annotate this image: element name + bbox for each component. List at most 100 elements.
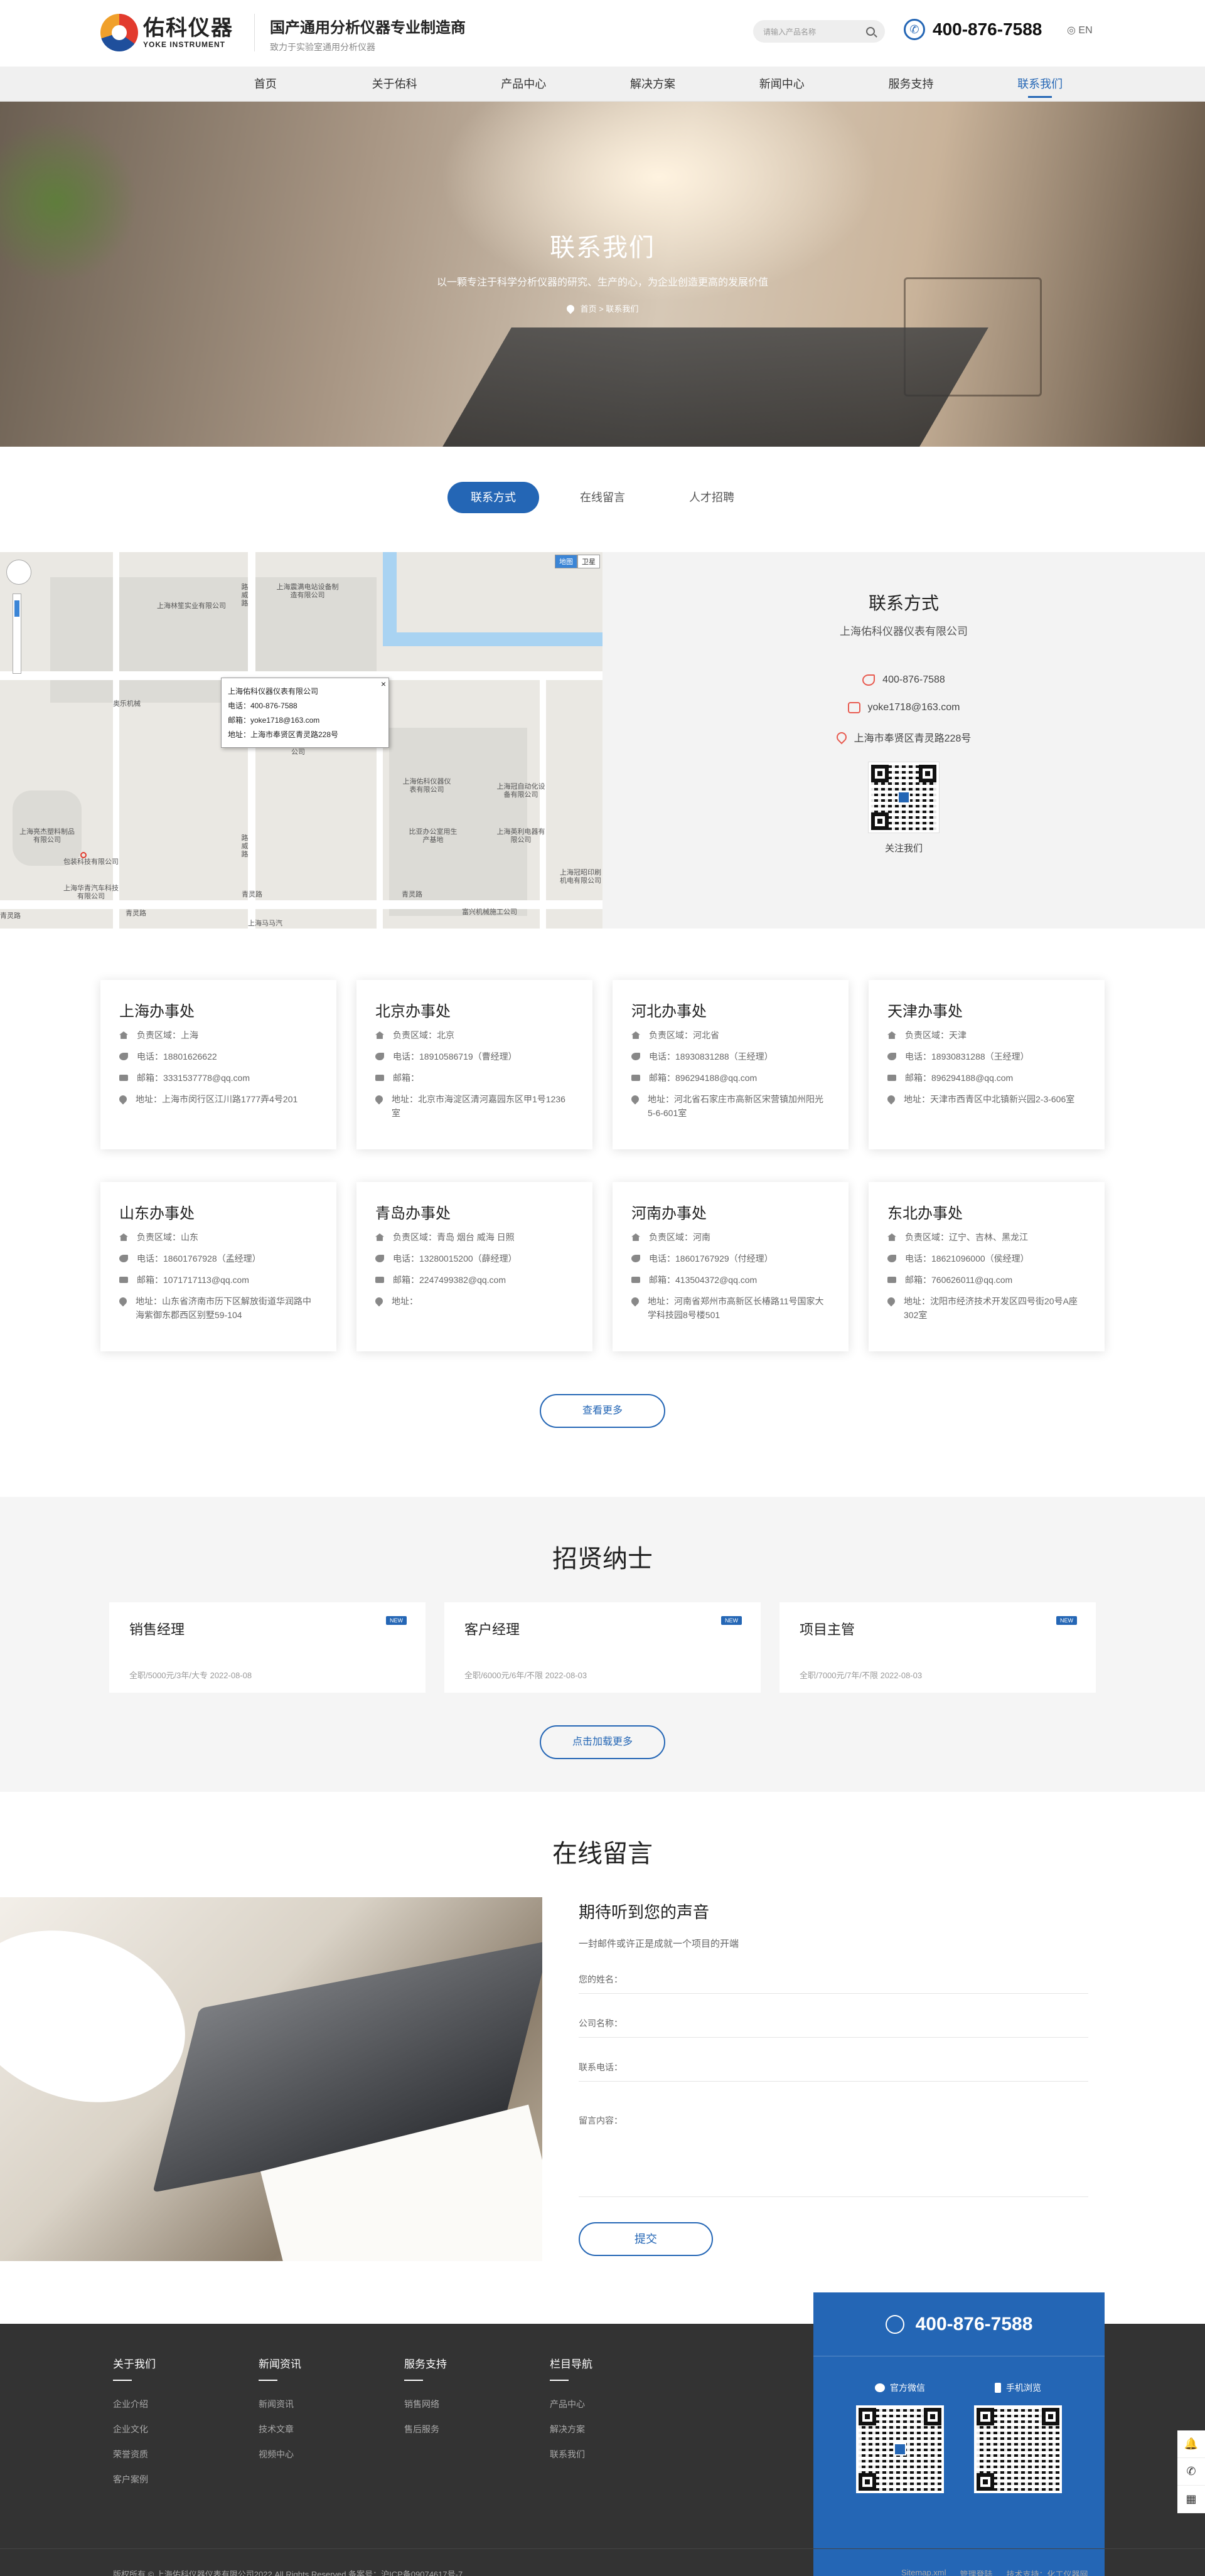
view-more-button[interactable]: 查看更多: [540, 1394, 665, 1428]
language-switch[interactable]: ◎ EN: [1067, 24, 1093, 36]
map-pan-control[interactable]: [6, 560, 31, 585]
footer-link[interactable]: 客户案例: [113, 2474, 259, 2485]
location-icon: [565, 303, 576, 314]
phone-field[interactable]: 联系电话：: [579, 2040, 1088, 2082]
language-label[interactable]: EN: [1078, 25, 1092, 36]
map-info-popup: × 上海佑科仪器仪表有限公司 电话：400-876-7588 邮箱：yoke17…: [221, 678, 389, 748]
load-more-button[interactable]: 点击加载更多: [540, 1725, 665, 1759]
office-name: 北京办事处: [375, 1003, 451, 1020]
company-field[interactable]: 公司名称：: [579, 1996, 1088, 2038]
office-email: 邮箱：2247499382@qq.com: [375, 1273, 574, 1287]
job-card[interactable]: 销售经理 NEW 全职/5000元/3年/大专 2022-08-08: [109, 1602, 426, 1693]
footer-link[interactable]: 企业文化: [113, 2424, 259, 2435]
banner-laptop-image: [442, 327, 988, 447]
map[interactable]: 上海林笙实业有限公司 上海震满电站设备制造有限公司 奥乐机械 上海振祥电子科技有…: [0, 552, 602, 929]
tech-support-link[interactable]: 技术支持：化工仪器网: [1007, 2568, 1088, 2576]
tab-jobs[interactable]: 人才招聘: [666, 482, 758, 513]
mobile-qr-label: 手机浏览: [1006, 2383, 1041, 2393]
office-email: 邮箱：760626011@qq.com: [887, 1273, 1086, 1287]
contact-section: 上海林笙实业有限公司 上海震满电站设备制造有限公司 奥乐机械 上海振祥电子科技有…: [0, 552, 1205, 929]
search-input[interactable]: 请输入产品名称: [763, 26, 866, 37]
office-phone: 电话：18601767928（孟经理）: [119, 1252, 318, 1265]
job-card[interactable]: 项目主管 NEW 全职/7000元/7年/不限 2022-08-03: [779, 1602, 1096, 1693]
office-area: 负责区域：辽宁、吉林、黑龙江: [887, 1230, 1086, 1244]
map-marker-icon[interactable]: [80, 852, 87, 858]
admin-login-link[interactable]: 管理登陆: [960, 2568, 993, 2576]
site-footer: 关于我们 企业介绍 企业文化 荣誉资质 客户案例 新闻资讯 新闻资讯 技术文章 视频中心 服务支持…: [0, 2292, 1205, 2576]
footer-link[interactable]: 视频中心: [259, 2449, 404, 2460]
phone-icon: [885, 2314, 904, 2334]
footer-link[interactable]: 企业介绍: [113, 2398, 259, 2410]
footer-link[interactable]: 解决方案: [550, 2424, 695, 2435]
floating-sidebar: 🔔 ✆ ▦: [1177, 2430, 1205, 2513]
footer-link[interactable]: 联系我们: [550, 2449, 695, 2460]
nav-item-support[interactable]: 服务支持: [847, 67, 976, 102]
phone-icon: [887, 1255, 896, 1262]
office-phone-text: 电话：18601767928（孟经理）: [137, 1253, 261, 1264]
job-card[interactable]: 客户经理 NEW 全职/6000元/6年/不限 2022-08-03: [444, 1602, 761, 1693]
office-email-text: 邮箱：3331537778@qq.com: [137, 1073, 250, 1083]
location-icon: [373, 1094, 385, 1105]
name-field[interactable]: 您的姓名：: [579, 1952, 1088, 1994]
office-card: 青岛办事处 负责区域：青岛 烟台 威海 日照 电话：13280015200（薛经…: [356, 1182, 592, 1351]
office-email-text: 邮箱：2247499382@qq.com: [393, 1275, 506, 1285]
search-icon[interactable]: [866, 27, 875, 36]
location-icon: [373, 1296, 385, 1307]
qr-code-icon[interactable]: ▦: [1177, 2486, 1205, 2513]
tab-message[interactable]: 在线留言: [557, 482, 648, 513]
nav-item-news[interactable]: 新闻中心: [717, 67, 847, 102]
office-phone-text: 电话：18910586719（曹经理）: [393, 1051, 517, 1062]
logo-mark-icon: [100, 14, 138, 51]
mail-icon: [631, 1277, 640, 1283]
footer-link[interactable]: 新闻资讯: [259, 2398, 404, 2410]
map-type-map[interactable]: 地图: [555, 555, 577, 568]
footer-link[interactable]: 荣誉资质: [113, 2449, 259, 2460]
map-label: 青灵路: [0, 912, 21, 920]
bell-icon[interactable]: 🔔: [1177, 2430, 1205, 2458]
phone-icon: [119, 1053, 128, 1060]
home-icon: [375, 1233, 384, 1241]
mail-icon: [631, 1075, 640, 1081]
phone-icon: [375, 1053, 384, 1060]
office-email-text: 邮箱：1071717113@qq.com: [137, 1275, 249, 1285]
close-icon[interactable]: ×: [381, 677, 386, 691]
office-address-text: 地址：上海市闵行区江川路1777弄4号201: [136, 1094, 298, 1104]
wechat-qr-code: [868, 762, 940, 833]
breadcrumb-text[interactable]: 首页 > 联系我们: [581, 302, 639, 314]
logo[interactable]: 佑科仪器 YOKE INSTRUMENT: [100, 14, 233, 51]
footer-link[interactable]: 售后服务: [404, 2424, 550, 2435]
office-card: 北京办事处 负责区域：北京 电话：18910586719（曹经理） 邮箱： 地址…: [356, 980, 592, 1149]
location-icon: [117, 1094, 129, 1105]
nav-item-home[interactable]: 首页: [201, 67, 330, 102]
map-label: 上海华青汽车科技有限公司: [63, 885, 119, 900]
office-phone: 电话：13280015200（薛经理）: [375, 1252, 574, 1265]
message-field[interactable]: 留言内容：: [579, 2084, 1088, 2197]
nav-item-contact[interactable]: 联系我们: [975, 67, 1105, 102]
tab-contact[interactable]: 联系方式: [447, 482, 539, 513]
office-area-text: 负责区域：辽宁、吉林、黑龙江: [905, 1232, 1028, 1242]
map-type-satellite[interactable]: 卫星: [577, 555, 600, 568]
nav-item-products[interactable]: 产品中心: [459, 67, 588, 102]
mail-icon: [375, 1277, 384, 1283]
mail-icon: [887, 1075, 896, 1081]
new-badge: NEW: [1056, 1616, 1077, 1625]
footer-column-title: 新闻资讯: [259, 2355, 404, 2381]
footer-link[interactable]: 技术文章: [259, 2424, 404, 2435]
contact-info: 联系方式 上海佑科仪器仪表有限公司 400-876-7588 yoke1718@…: [602, 552, 1205, 929]
nav-item-solutions[interactable]: 解决方案: [588, 67, 717, 102]
submit-button[interactable]: 提交: [579, 2222, 713, 2256]
footer-link[interactable]: 产品中心: [550, 2398, 695, 2410]
map-label: 上海冠自动化设备有限公司: [496, 783, 545, 799]
phone-icon: ✆: [904, 19, 925, 40]
sitemap-link[interactable]: Sitemap.xml: [901, 2568, 946, 2576]
map-label: 上海林笙实业有限公司: [157, 602, 226, 610]
phone-icon[interactable]: ✆: [1177, 2458, 1205, 2486]
footer-link[interactable]: 销售网络: [404, 2398, 550, 2410]
map-label: 上海佑科仪器仪表有限公司: [402, 778, 451, 794]
office-area-text: 负责区域：上海: [137, 1030, 198, 1040]
office-email: 邮箱：896294188@qq.com: [631, 1071, 830, 1085]
map-zoom-slider[interactable]: [13, 593, 21, 674]
nav-item-about[interactable]: 关于佑科: [330, 67, 459, 102]
popup-email: 邮箱：yoke1718@163.com: [228, 716, 320, 725]
search-box[interactable]: 请输入产品名称: [753, 20, 885, 43]
